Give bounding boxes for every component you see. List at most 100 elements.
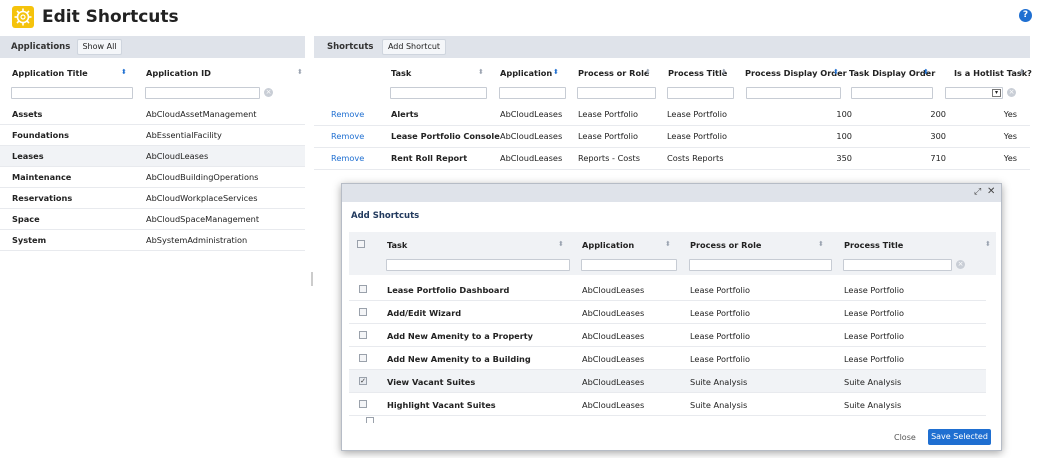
process-title-filter[interactable] xyxy=(667,87,734,99)
process-title-cell: Costs Reports xyxy=(667,153,724,163)
task-row[interactable]: Add/Edit Wizard AbCloudLeases Lease Portfo… xyxy=(349,301,986,324)
task-filter[interactable] xyxy=(386,259,570,271)
hotlist-select[interactable]: ▾ xyxy=(945,87,1003,99)
task-cell: Rent Roll Report xyxy=(391,153,468,163)
application-row[interactable]: System AbSystemAdministration xyxy=(0,230,305,251)
close-icon[interactable]: ✕ xyxy=(987,186,995,197)
sort-icon[interactable]: ⬍ xyxy=(121,68,127,76)
application-title: System xyxy=(12,235,47,245)
save-selected-button[interactable]: Save Selected xyxy=(928,429,991,445)
task-row[interactable]: Add New Amenity to a Property AbCloudLeas… xyxy=(349,324,986,347)
application-cell: AbCloudLeases xyxy=(500,109,563,119)
task-row[interactable]: Add New Amenity to a Building AbCloudLeas… xyxy=(349,347,986,370)
col-application[interactable]: Application xyxy=(500,68,552,78)
select-all-checkbox[interactable] xyxy=(357,240,365,248)
sort-icon[interactable]: ⬍ xyxy=(645,68,651,76)
task-cell: Alerts xyxy=(391,109,419,119)
application-title: Assets xyxy=(12,109,43,119)
application-cell: AbCloudLeases xyxy=(582,331,645,341)
hotlist-cell: Yes xyxy=(1003,109,1017,119)
task-cell: Lease Portfolio Dashboard xyxy=(387,285,510,295)
dialog-titlebar[interactable]: ⤢ ✕ xyxy=(342,184,1001,202)
application-row[interactable]: Foundations AbEssentialFacility xyxy=(0,125,305,146)
application-id: AbSystemAdministration xyxy=(146,235,248,245)
shortcut-row: Remove Alerts AbCloudLeases Lease Portfolio… xyxy=(314,104,1030,126)
remove-link[interactable]: Remove xyxy=(331,131,364,141)
task-row[interactable]: Highlight Vacant Suites AbCloudLeases Suit… xyxy=(349,393,986,416)
row-checkbox[interactable] xyxy=(359,285,367,293)
process-title-cell: Lease Portfolio xyxy=(667,131,728,141)
process-or-role-cell: Lease Portfolio xyxy=(690,354,751,364)
maximize-icon[interactable]: ⤢ xyxy=(974,187,981,197)
row-checkbox[interactable] xyxy=(359,308,367,316)
clear-filter-icon[interactable]: × xyxy=(264,88,273,97)
task-filter[interactable] xyxy=(390,87,487,99)
help-icon[interactable]: ? xyxy=(1019,9,1032,22)
sort-icon[interactable]: ⬍ xyxy=(721,68,727,76)
remove-link[interactable]: Remove xyxy=(331,109,364,119)
application-id: AbEssentialFacility xyxy=(146,130,222,140)
application-filter[interactable] xyxy=(499,87,566,99)
row-checkbox[interactable]: ✓ xyxy=(359,377,367,385)
col-application-id[interactable]: Application ID xyxy=(146,68,211,78)
application-title-filter[interactable] xyxy=(11,87,133,99)
col-process-or-role[interactable]: Process or Role xyxy=(690,240,761,250)
sort-icon[interactable]: ⬍ xyxy=(923,68,929,76)
application-id: AbCloudLeases xyxy=(146,151,209,161)
dialog-title: Add Shortcuts xyxy=(351,211,420,221)
task-row[interactable]: Lease Portfolio Dashboard AbCloudLeases Le… xyxy=(349,278,986,301)
sort-icon[interactable]: ⬍ xyxy=(553,68,559,76)
process-or-role-filter[interactable] xyxy=(577,87,656,99)
sort-icon[interactable]: ⬍ xyxy=(985,240,991,248)
sort-icon[interactable]: ⬍ xyxy=(833,68,839,76)
task-cell: View Vacant Suites xyxy=(387,377,476,387)
panel-splitter-handle[interactable] xyxy=(311,272,313,286)
sort-icon[interactable]: ⬍ xyxy=(818,240,824,248)
remove-link[interactable]: Remove xyxy=(331,153,364,163)
add-shortcut-button[interactable]: Add Shortcut xyxy=(382,39,446,55)
process-or-role-filter[interactable] xyxy=(689,259,832,271)
col-process-display-order[interactable]: Process Display Order xyxy=(745,68,847,78)
process-or-role-cell: Lease Portfolio xyxy=(690,331,751,341)
col-application-title[interactable]: Application Title xyxy=(12,68,88,78)
chevron-down-icon[interactable]: ▾ xyxy=(992,89,1001,97)
col-task[interactable]: Task xyxy=(391,68,411,78)
process-display-order-cell: 350 xyxy=(836,153,852,163)
row-checkbox[interactable] xyxy=(359,354,367,362)
process-display-order-cell: 100 xyxy=(836,131,852,141)
task-display-order-filter[interactable] xyxy=(851,87,933,99)
col-process-title[interactable]: Process Title xyxy=(844,240,903,250)
application-row[interactable]: Maintenance AbCloudBuildingOperations xyxy=(0,167,305,188)
process-display-order-filter[interactable] xyxy=(746,87,841,99)
sort-icon[interactable]: ⬍ xyxy=(297,68,303,76)
row-checkbox[interactable] xyxy=(359,331,367,339)
process-or-role-cell: Lease Portfolio xyxy=(578,109,639,119)
process-title-filter[interactable] xyxy=(843,259,952,271)
task-display-order-cell: 200 xyxy=(930,109,946,119)
close-button[interactable]: Close xyxy=(894,433,916,442)
col-process-title[interactable]: Process Title xyxy=(668,68,727,78)
clear-filter-icon[interactable]: × xyxy=(956,260,965,269)
clear-filter-icon[interactable]: × xyxy=(1007,88,1016,97)
application-row[interactable]: Space AbCloudSpaceManagement xyxy=(0,209,305,230)
application-row[interactable]: Leases AbCloudLeases xyxy=(0,146,305,167)
task-display-order-cell: 710 xyxy=(930,153,946,163)
col-process-or-role[interactable]: Process or Role xyxy=(578,68,649,78)
application-row[interactable]: Assets AbCloudAssetManagement xyxy=(0,104,305,125)
sort-icon[interactable]: ⬍ xyxy=(558,240,564,248)
application-id-filter[interactable] xyxy=(145,87,260,99)
sort-icon[interactable]: ⬍ xyxy=(478,68,484,76)
row-checkbox[interactable] xyxy=(359,400,367,408)
col-task[interactable]: Task xyxy=(387,240,407,250)
col-application[interactable]: Application xyxy=(582,240,634,250)
show-all-button[interactable]: Show All xyxy=(77,39,122,55)
sort-icon[interactable]: ⬍ xyxy=(665,240,671,248)
list-item-partial xyxy=(349,417,986,423)
gear-app-icon xyxy=(12,6,34,28)
task-row[interactable]: ✓ View Vacant Suites AbCloudLeases Suite An… xyxy=(349,370,986,393)
application-filter[interactable] xyxy=(581,259,677,271)
checkbox[interactable] xyxy=(366,417,374,423)
application-row[interactable]: Reservations AbCloudWorkplaceServices xyxy=(0,188,305,209)
process-or-role-cell: Lease Portfolio xyxy=(690,308,751,318)
sort-icon[interactable]: ⬍ xyxy=(1019,68,1025,76)
